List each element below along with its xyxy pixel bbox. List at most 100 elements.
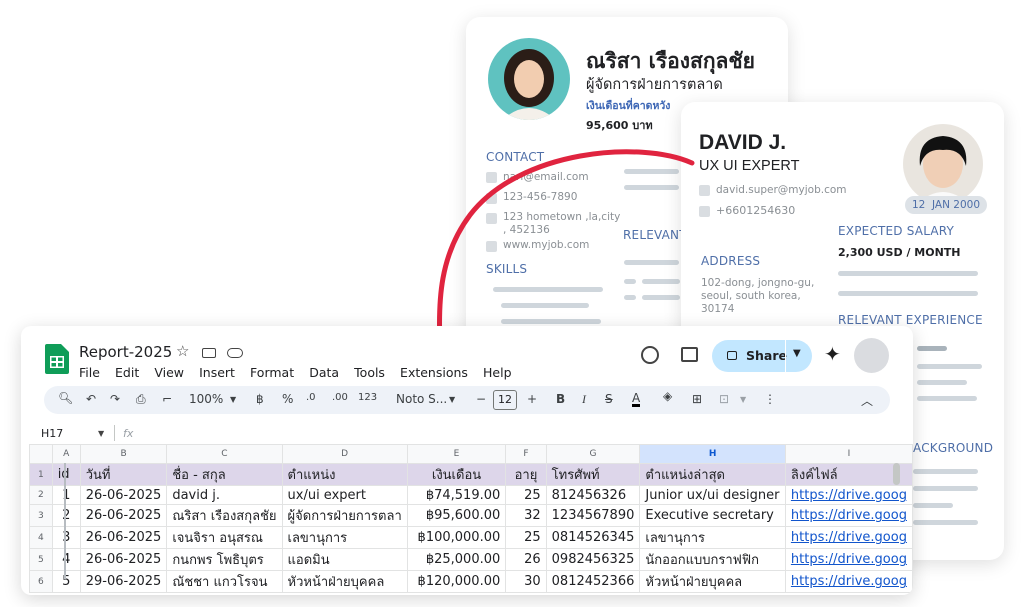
column-header[interactable]: C bbox=[166, 444, 283, 464]
table-cell[interactable]: ฿95,600.00 bbox=[406, 504, 507, 528]
column-header[interactable]: E bbox=[406, 444, 507, 464]
column-header[interactable]: B bbox=[79, 444, 168, 464]
redo-icon[interactable]: ↷ bbox=[110, 392, 120, 406]
menu-tools[interactable]: Tools bbox=[354, 365, 385, 380]
table-cell[interactable]: 3 bbox=[51, 526, 81, 550]
column-header[interactable]: I bbox=[784, 444, 913, 464]
chevron-down-icon[interactable]: ▼ bbox=[793, 348, 801, 359]
share-button[interactable]: Share ▼ bbox=[712, 340, 812, 372]
table-cell[interactable]: 25 bbox=[505, 484, 547, 506]
italic-button[interactable]: I bbox=[582, 392, 586, 407]
menu-insert[interactable]: Insert bbox=[199, 365, 235, 380]
table-cell[interactable]: 1234567890 bbox=[545, 504, 641, 528]
table-cell[interactable]: ตำแหน่งล่าสุด bbox=[639, 463, 786, 486]
font-select[interactable]: Noto S... bbox=[396, 392, 447, 406]
table-cell[interactable]: อายุ bbox=[505, 463, 547, 486]
menu-file[interactable]: File bbox=[79, 365, 100, 380]
merge-chevron-down-icon[interactable]: ▼ bbox=[740, 395, 746, 404]
row-number[interactable]: 3 bbox=[29, 504, 53, 528]
history-icon[interactable] bbox=[641, 346, 659, 364]
table-cell[interactable]: ux/ui expert bbox=[281, 484, 408, 506]
more-formats-button[interactable]: 123 bbox=[358, 392, 377, 403]
search-menus-icon[interactable]: 🔍︎ bbox=[58, 391, 73, 405]
menu-view[interactable]: View bbox=[154, 365, 184, 380]
print-icon[interactable]: ⎙ bbox=[136, 392, 146, 407]
table-cell[interactable]: 26 bbox=[505, 548, 547, 572]
table-cell[interactable]: เจนจิรา อนุสรณ bbox=[166, 526, 283, 550]
bold-button[interactable]: B bbox=[556, 392, 565, 406]
column-header[interactable]: D bbox=[281, 444, 408, 464]
table-cell[interactable]: david j. bbox=[166, 484, 283, 506]
table-cell[interactable]: หัวหน้าฝ่ายบุคคล bbox=[639, 570, 786, 594]
table-cell[interactable]: เงินเดือน bbox=[406, 463, 507, 486]
table-cell[interactable]: โทรศัพท์ bbox=[545, 463, 641, 486]
table-cell[interactable]: 32 bbox=[505, 504, 547, 528]
column-header-selected[interactable]: H bbox=[639, 444, 786, 464]
avatar[interactable] bbox=[854, 338, 889, 373]
table-cell[interactable]: ณัชชา แกวโรจน bbox=[166, 570, 283, 594]
table-cell[interactable]: ฿74,519.00 bbox=[406, 484, 507, 506]
comment-icon[interactable] bbox=[681, 347, 698, 362]
table-cell[interactable]: id bbox=[51, 463, 81, 486]
strikethrough-icon[interactable]: S bbox=[605, 392, 613, 406]
sheets-logo-icon[interactable] bbox=[45, 344, 69, 374]
table-cell-link[interactable]: https://drive.goog bbox=[784, 570, 913, 594]
table-cell[interactable]: 26-06-2025 bbox=[79, 504, 168, 528]
table-cell[interactable]: Junior ux/ui designer bbox=[639, 484, 786, 506]
table-cell[interactable]: 30 bbox=[505, 570, 547, 594]
table-cell[interactable]: 29-06-2025 bbox=[79, 570, 168, 594]
table-cell-link[interactable]: https://drive.goog bbox=[784, 504, 913, 528]
table-cell[interactable]: 25 bbox=[505, 526, 547, 550]
table-cell[interactable]: เลขานุการ bbox=[639, 526, 786, 550]
table-cell[interactable]: ผู้จัดการฝ่ายการตลา bbox=[281, 504, 408, 528]
row-number[interactable]: 1 bbox=[29, 463, 53, 486]
increase-decimal-button[interactable]: .00 bbox=[332, 392, 348, 403]
more-options-icon[interactable]: ⋮ bbox=[764, 392, 776, 406]
text-color-icon[interactable]: A bbox=[632, 392, 641, 407]
borders-icon[interactable]: ⊞ bbox=[692, 392, 702, 406]
folder-icon[interactable] bbox=[202, 348, 216, 358]
table-cell[interactable]: 5 bbox=[51, 570, 81, 594]
name-box-chevron-down-icon[interactable]: ▼ bbox=[98, 429, 104, 438]
menu-extensions[interactable]: Extensions bbox=[400, 365, 468, 380]
merge-cells-icon[interactable]: ⊡ bbox=[719, 392, 729, 406]
table-cell[interactable]: ฿100,000.00 bbox=[406, 526, 507, 550]
table-cell[interactable]: นักออกแบบกราฟฟิก bbox=[639, 548, 786, 572]
paint-format-icon[interactable]: ⌐ bbox=[162, 392, 172, 406]
font-chevron-down-icon[interactable]: ▼ bbox=[449, 395, 455, 404]
row-number[interactable]: 6 bbox=[29, 570, 53, 594]
table-cell[interactable]: กนกพร โพธิบุตร bbox=[166, 548, 283, 572]
collapse-toolbar-icon[interactable]: ︿ bbox=[861, 392, 873, 409]
star-icon[interactable]: ☆ bbox=[176, 342, 189, 360]
menu-data[interactable]: Data bbox=[309, 365, 339, 380]
decrease-decimal-button[interactable]: .0 bbox=[306, 392, 316, 403]
table-cell-link[interactable]: https://drive.goog bbox=[784, 484, 913, 506]
table-cell[interactable]: 812456326 bbox=[545, 484, 641, 506]
table-cell[interactable]: ณริสา เรืองสกุลชัย bbox=[166, 504, 283, 528]
table-cell-link[interactable]: https://drive.goog bbox=[784, 548, 913, 572]
decrease-font-size-button[interactable]: − bbox=[476, 392, 486, 406]
table-cell[interactable]: เลขานุการ bbox=[281, 526, 408, 550]
column-header[interactable]: A bbox=[51, 444, 81, 464]
row-number[interactable]: 4 bbox=[29, 526, 53, 550]
percent-format-button[interactable]: % bbox=[282, 392, 293, 406]
menu-format[interactable]: Format bbox=[250, 365, 294, 380]
zoom-select[interactable]: 100% bbox=[189, 392, 223, 406]
table-cell[interactable]: 2 bbox=[51, 504, 81, 528]
table-cell[interactable]: ตำแหน่ง bbox=[281, 463, 408, 486]
cloud-icon[interactable] bbox=[227, 348, 243, 358]
table-cell[interactable]: ชื่อ - สกุล bbox=[166, 463, 283, 486]
increase-font-size-button[interactable]: + bbox=[527, 392, 537, 406]
column-header[interactable]: F bbox=[505, 444, 547, 464]
table-cell[interactable]: Executive secretary bbox=[639, 504, 786, 528]
menu-help[interactable]: Help bbox=[483, 365, 512, 380]
gemini-spark-icon[interactable]: ✦ bbox=[824, 342, 841, 366]
table-cell[interactable]: 26-06-2025 bbox=[79, 526, 168, 550]
table-cell[interactable]: แอดมิน bbox=[281, 548, 408, 572]
undo-icon[interactable]: ↶ bbox=[86, 392, 96, 406]
table-cell[interactable]: 4 bbox=[51, 548, 81, 572]
table-cell[interactable]: วันที่ bbox=[79, 463, 168, 486]
font-size-input[interactable]: 12 bbox=[493, 390, 517, 410]
row-number[interactable]: 5 bbox=[29, 548, 53, 572]
document-title[interactable]: Report-2025 bbox=[79, 343, 172, 361]
